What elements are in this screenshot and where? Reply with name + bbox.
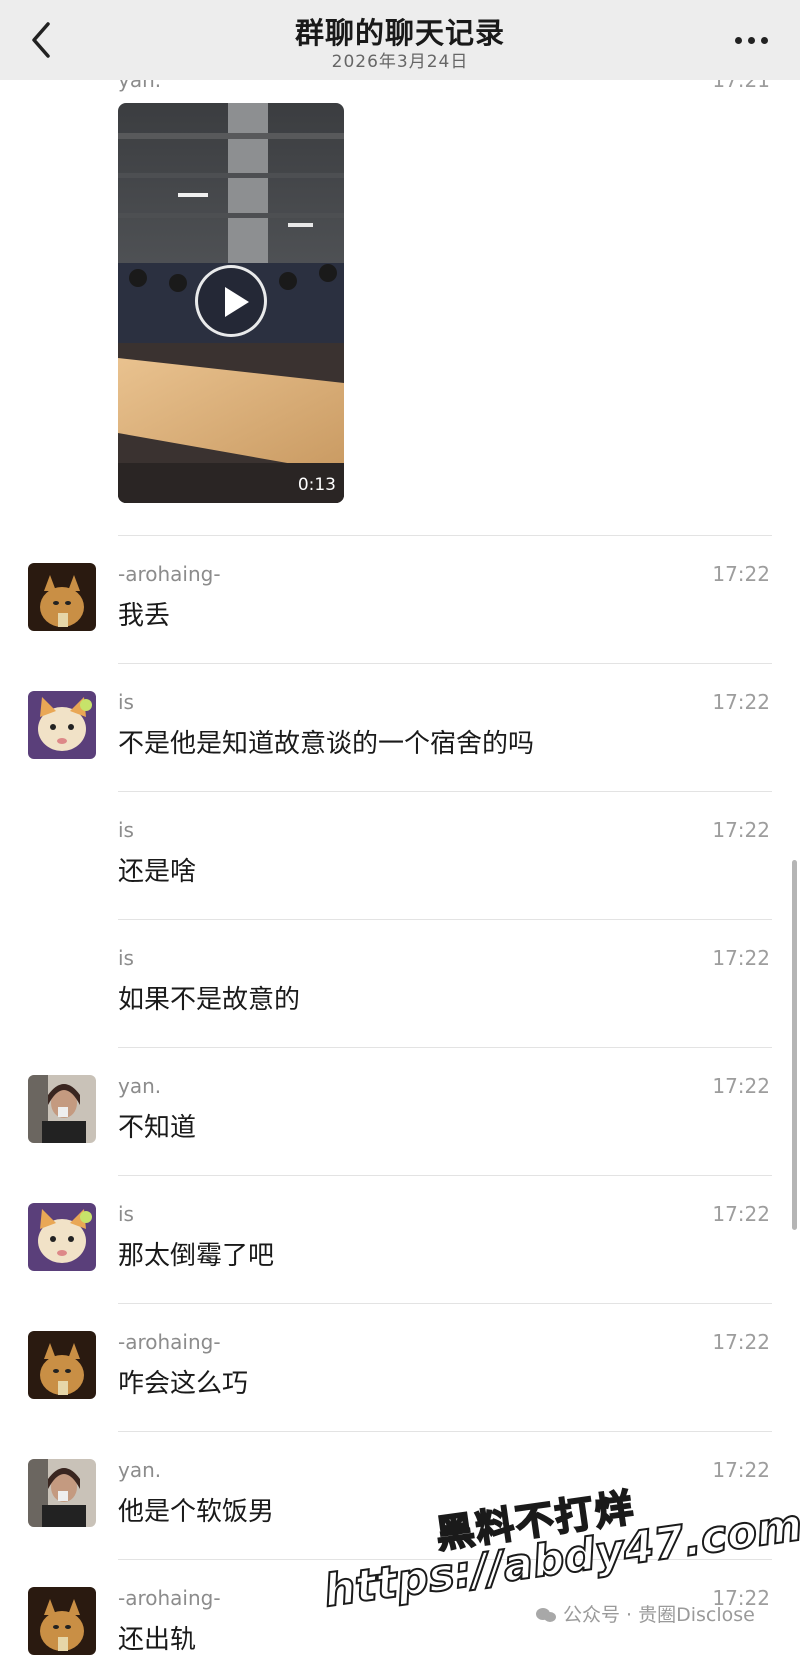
divider: [118, 1303, 772, 1304]
message-sender: -arohaing-: [118, 1330, 221, 1354]
message-time: 17:22: [712, 690, 770, 714]
page-title: 群聊的聊天记录: [294, 16, 505, 50]
divider: [118, 791, 772, 792]
message-text: 我丢: [118, 601, 171, 631]
message-text: 还是啥: [118, 857, 197, 887]
message-time: 17:22: [712, 1458, 770, 1482]
message-text: 还出轨: [118, 1625, 197, 1655]
message-sender: is: [118, 818, 134, 842]
chat-date: 2026年3月24日: [331, 52, 469, 72]
list-item: -arohaing- 17:22 我丢: [0, 535, 800, 663]
divider: [118, 919, 772, 920]
divider: [118, 535, 772, 536]
message-sender: -arohaing-: [118, 562, 221, 586]
list-item: is 17:22 那太倒霉了吧: [0, 1175, 800, 1303]
divider: [118, 1175, 772, 1176]
divider: [118, 1047, 772, 1048]
cat-avatar[interactable]: [28, 1587, 96, 1655]
source-text: 公众号 · 贵圈Disclose: [563, 1604, 755, 1626]
list-item: -arohaing- 17:22 咋会这么巧: [0, 1303, 800, 1431]
list-item: yan. 17:22 不知道: [0, 1047, 800, 1175]
message-time: 17:22: [712, 562, 770, 586]
wechat-icon: [536, 1608, 556, 1622]
message-text: 不知道: [118, 1113, 197, 1143]
message-sender: yan.: [118, 1074, 162, 1098]
message-time: 17:22: [712, 946, 770, 970]
list-item: is 17:22 如果不是故意的: [0, 919, 800, 1047]
cat-avatar[interactable]: [28, 1331, 96, 1399]
kitten-avatar[interactable]: [28, 691, 96, 759]
message-text: 咋会这么巧: [118, 1369, 249, 1399]
divider: [118, 1431, 772, 1432]
message-sender: is: [118, 690, 134, 714]
list-item: is 17:22 还是啥: [0, 791, 800, 919]
video-message[interactable]: 0:13: [118, 103, 344, 503]
cat-avatar[interactable]: [28, 563, 96, 631]
message-time: 17:22: [712, 1074, 770, 1098]
list-item: is 17:22 不是他是知道故意谈的一个宿舍的吗: [0, 663, 800, 791]
message-sender: yan.: [118, 1458, 162, 1482]
message-text: 那太倒霉了吧: [118, 1241, 275, 1271]
message-sender: is: [118, 1202, 134, 1226]
scrollbar[interactable]: [792, 860, 797, 1230]
play-icon[interactable]: [195, 265, 267, 337]
message-time: 17:22: [712, 1202, 770, 1226]
kitten-avatar[interactable]: [28, 1203, 96, 1271]
message-time: 17:22: [712, 1330, 770, 1354]
chat-header: 群聊的聊天记录 2026年3月24日: [0, 0, 800, 80]
message-text: 如果不是故意的: [118, 985, 301, 1015]
more-options-icon[interactable]: [732, 28, 772, 52]
person-avatar[interactable]: [28, 1075, 96, 1143]
message-text: 他是个软饭男: [118, 1497, 275, 1527]
message-text: 不是他是知道故意谈的一个宿舍的吗: [118, 729, 535, 759]
message-sender: -arohaing-: [118, 1586, 221, 1610]
person-avatar[interactable]: [28, 1459, 96, 1527]
source-label: 公众号 · 贵圈Disclose: [535, 1600, 755, 1627]
message-time: 17:22: [712, 818, 770, 842]
video-duration: 0:13: [297, 475, 336, 495]
divider: [118, 663, 772, 664]
message-sender: is: [118, 946, 134, 970]
